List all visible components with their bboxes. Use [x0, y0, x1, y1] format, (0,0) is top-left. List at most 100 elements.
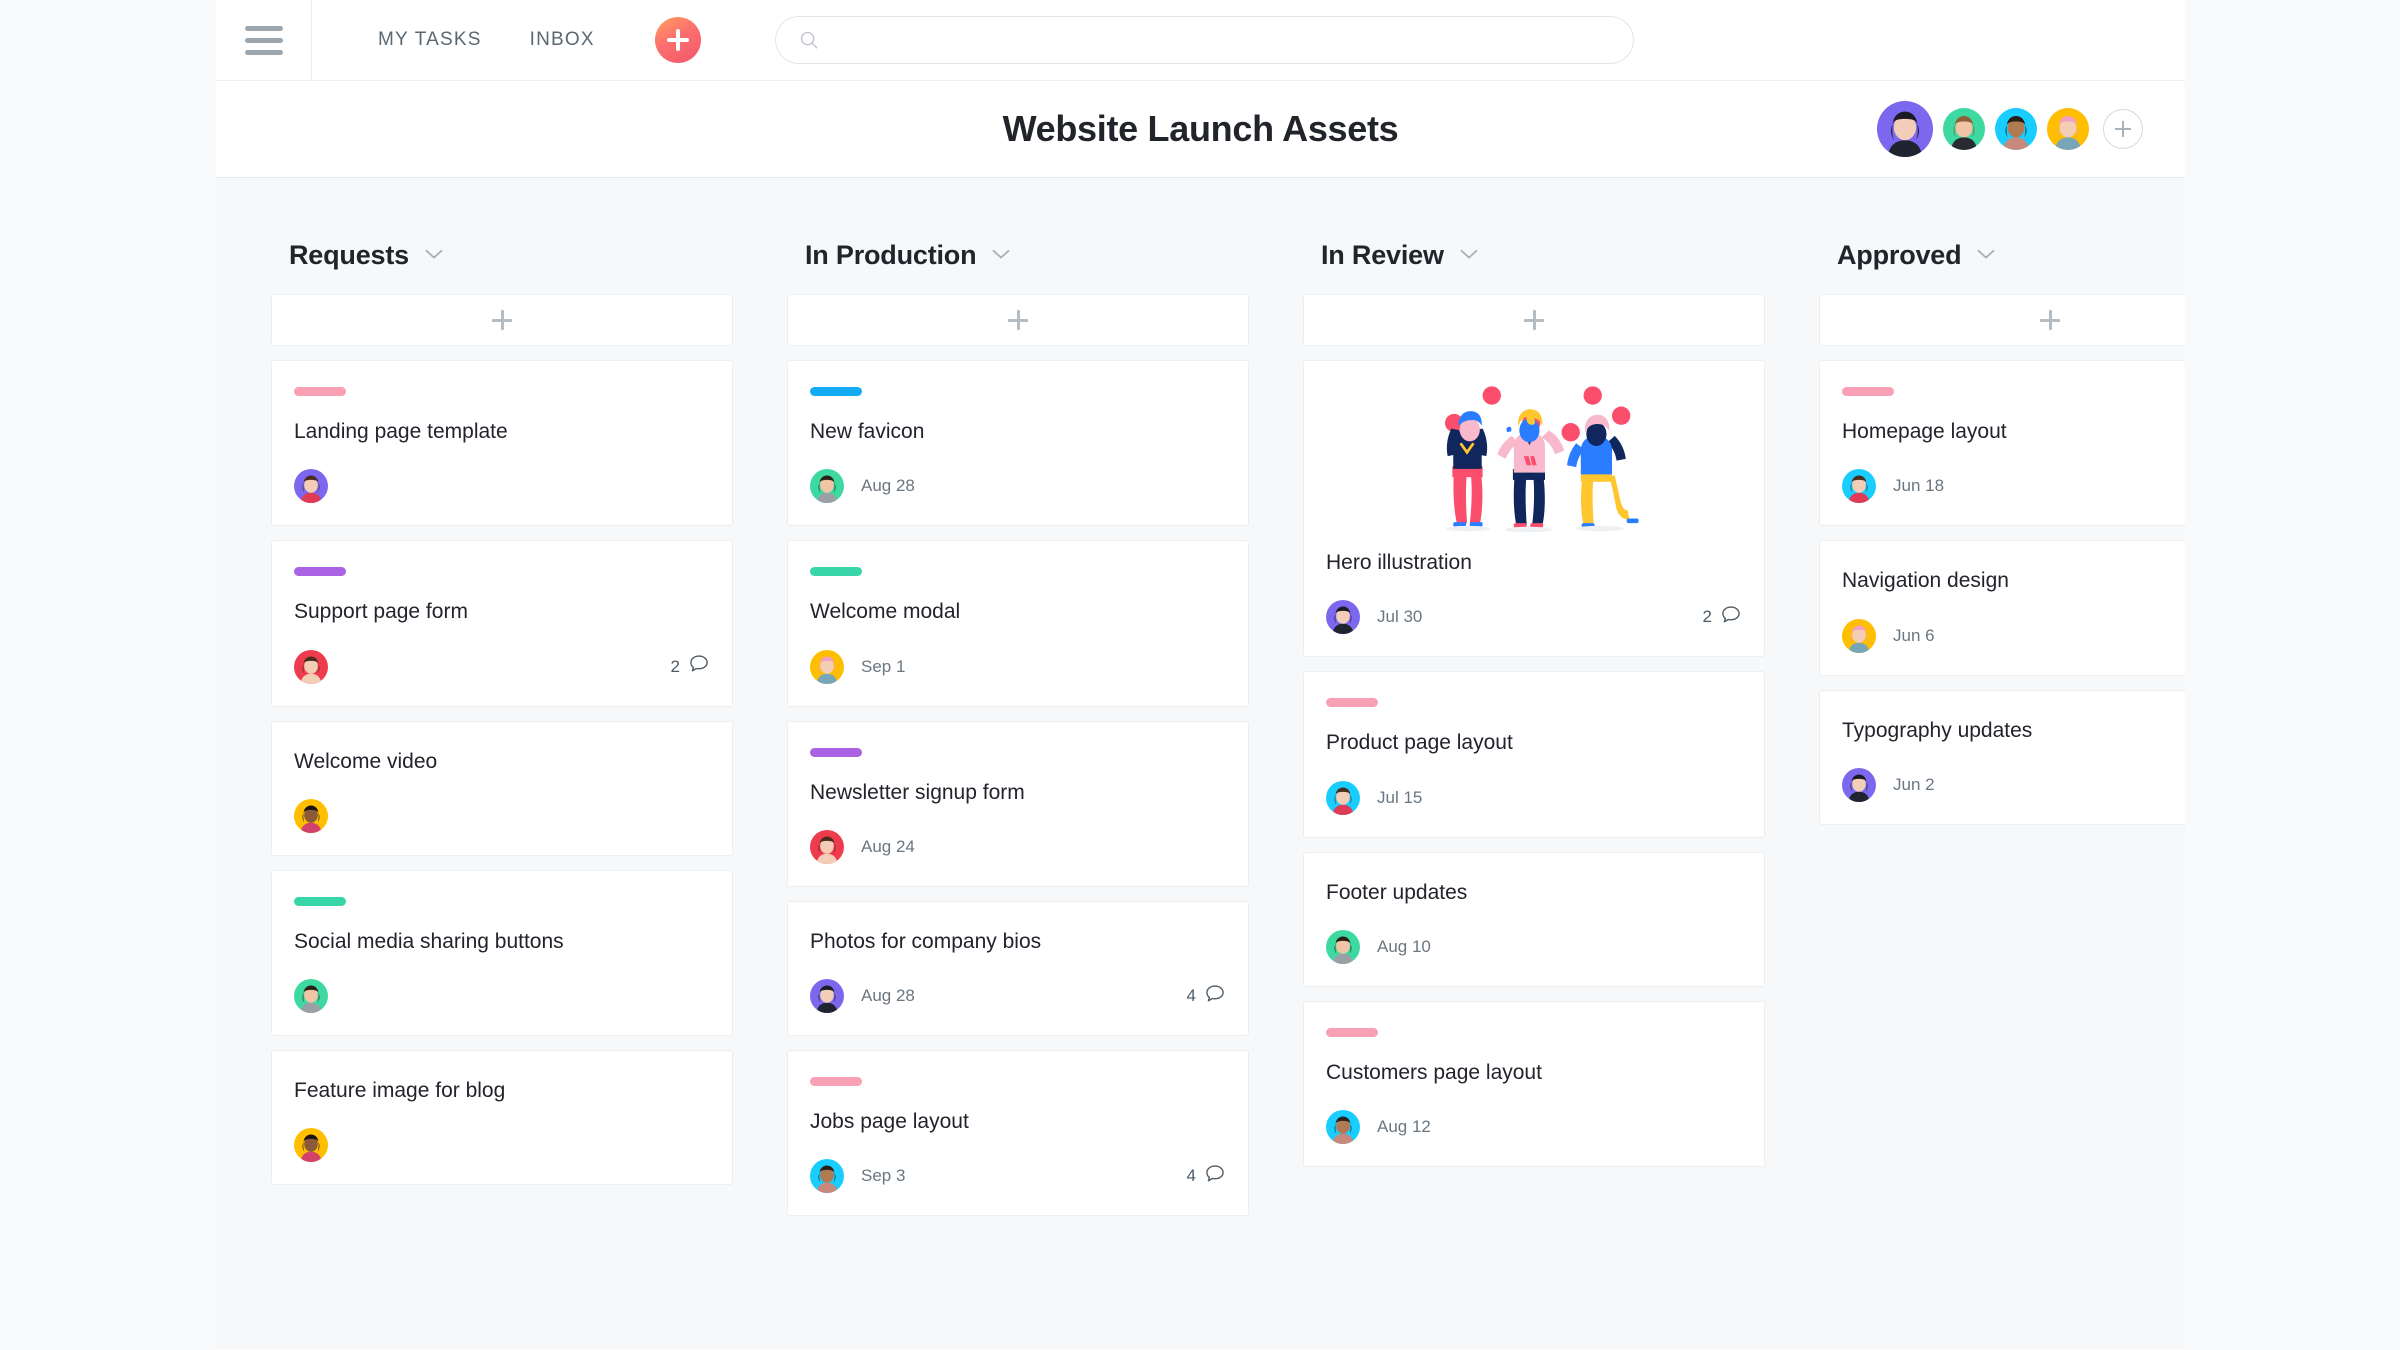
- task-card[interactable]: Homepage layout Jun 18: [1819, 360, 2185, 527]
- card-footer: [294, 1128, 710, 1163]
- avatar[interactable]: [1326, 600, 1360, 635]
- card-due-date: Aug 24: [861, 836, 915, 856]
- card-thumbnail-image: [1326, 379, 1742, 535]
- add-member-button[interactable]: [2103, 109, 2143, 149]
- task-card[interactable]: Footer updates Aug 10: [1303, 851, 1765, 987]
- nav-link-my-tasks[interactable]: MY TASKS: [354, 29, 506, 51]
- card-title: Product page layout: [1326, 731, 1513, 755]
- card-due-date: Aug 12: [1377, 1117, 1431, 1137]
- avatar[interactable]: [810, 649, 844, 684]
- card-footer: 2: [294, 649, 710, 684]
- card-due-date: Jul 15: [1377, 787, 1423, 807]
- hamburger-menu-icon: [244, 25, 283, 55]
- task-card[interactable]: Welcome video: [271, 720, 733, 856]
- comment-count-label: 4: [1186, 1166, 1196, 1186]
- avatar[interactable]: [810, 829, 844, 864]
- task-card[interactable]: New favicon Aug 28: [787, 360, 1249, 527]
- speech-bubble-icon: [1204, 983, 1226, 1010]
- card-comment-count[interactable]: 4: [1187, 1163, 1226, 1190]
- avatar[interactable]: [294, 979, 328, 1014]
- task-card[interactable]: Feature image for blog: [271, 1050, 733, 1186]
- task-card[interactable]: Jobs page layout Sep 3 4: [787, 1050, 1249, 1217]
- avatar[interactable]: [1842, 767, 1876, 802]
- card-title: Jobs page layout: [810, 1110, 969, 1134]
- avatar[interactable]: [2047, 108, 2089, 150]
- search-input[interactable]: [831, 30, 1611, 50]
- card-tag: [294, 896, 346, 906]
- task-card[interactable]: Support page form 2: [271, 540, 733, 707]
- card-footer: [294, 469, 710, 504]
- avatar[interactable]: [810, 979, 844, 1014]
- avatar[interactable]: [294, 649, 328, 684]
- comment-count-label: 2: [1702, 607, 1712, 627]
- card-due-date: Sep 3: [861, 1166, 906, 1186]
- card-footer: Sep 3 4: [810, 1159, 1226, 1194]
- top-navigation-bar: MY TASKS INBOX: [216, 0, 2185, 81]
- avatar[interactable]: [1842, 469, 1876, 504]
- chevron-down-icon[interactable]: [1460, 247, 1478, 265]
- card-title: Photos for company bios: [810, 929, 1042, 953]
- task-card[interactable]: Welcome modal Sep 1: [787, 540, 1249, 707]
- avatar[interactable]: [1943, 108, 1985, 150]
- card-tag: [810, 567, 862, 577]
- hamburger-menu-button[interactable]: [216, 0, 312, 81]
- avatar[interactable]: [1877, 101, 1933, 157]
- chevron-down-icon[interactable]: [425, 247, 443, 265]
- card-footer: Jun 2: [1842, 767, 2185, 802]
- task-card[interactable]: Hero illustration Jul 30 2: [1303, 360, 1765, 658]
- card-tag: [1326, 698, 1378, 708]
- card-tag: [810, 387, 862, 396]
- speech-bubble-icon: [688, 653, 710, 680]
- avatar[interactable]: [1326, 780, 1360, 815]
- task-card[interactable]: Newsletter signup form Aug 24: [787, 720, 1249, 887]
- search-bar[interactable]: [774, 16, 1634, 64]
- task-card[interactable]: Customers page layout Aug 12: [1303, 1000, 1765, 1168]
- avatar[interactable]: [1326, 1110, 1360, 1145]
- avatar[interactable]: [294, 798, 328, 833]
- board-column: In Review Hero illustration Jul 30 2 Product…: [1303, 240, 1765, 1349]
- column-title: In Review: [1321, 240, 1444, 270]
- card-footer: Aug 28: [810, 469, 1226, 504]
- quick-add-button[interactable]: [654, 17, 701, 63]
- chevron-down-icon[interactable]: [992, 247, 1010, 265]
- card-tag: [810, 1077, 862, 1087]
- task-card[interactable]: Landing page template: [271, 360, 733, 527]
- avatar[interactable]: [810, 1159, 844, 1194]
- card-comment-count[interactable]: 4: [1187, 983, 1226, 1010]
- card-tag: [810, 747, 862, 757]
- project-members: [1877, 101, 2143, 157]
- card-footer: Aug 24: [810, 829, 1226, 864]
- speech-bubble-icon: [1204, 1163, 1226, 1190]
- plus-icon: [1008, 310, 1028, 330]
- card-title: Landing page template: [294, 420, 508, 443]
- card-title: Welcome modal: [810, 600, 961, 624]
- task-card[interactable]: Typography updates Jun 2: [1819, 689, 2185, 825]
- plus-icon: [2040, 310, 2060, 330]
- task-card[interactable]: Product page layout Jul 15: [1303, 671, 1765, 838]
- add-card-button[interactable]: [1303, 294, 1765, 346]
- card-footer: Aug 12: [1326, 1110, 1742, 1145]
- task-card[interactable]: Photos for company bios Aug 28 4: [787, 900, 1249, 1037]
- card-title: Footer updates: [1326, 880, 1468, 904]
- task-card[interactable]: Social media sharing buttons: [271, 869, 733, 1037]
- avatar[interactable]: [294, 469, 328, 504]
- card-footer: Aug 10: [1326, 929, 1742, 964]
- avatar[interactable]: [294, 1128, 328, 1163]
- avatar[interactable]: [1995, 108, 2037, 150]
- task-card[interactable]: Navigation design Jun 6: [1819, 540, 2185, 676]
- card-tag: [294, 567, 346, 577]
- avatar[interactable]: [810, 469, 844, 504]
- add-card-button[interactable]: [1819, 294, 2185, 346]
- card-title: Feature image for blog: [294, 1079, 506, 1103]
- nav-link-inbox[interactable]: INBOX: [506, 29, 619, 51]
- card-comment-count[interactable]: 2: [671, 653, 710, 680]
- comment-count-label: 2: [670, 656, 680, 676]
- chevron-down-icon[interactable]: [1977, 247, 1995, 265]
- add-card-button[interactable]: [271, 294, 733, 346]
- add-card-button[interactable]: [787, 294, 1249, 346]
- card-comment-count[interactable]: 2: [1703, 604, 1742, 631]
- plus-icon: [492, 310, 512, 330]
- card-footer: Jul 30 2: [1326, 600, 1742, 635]
- avatar[interactable]: [1326, 929, 1360, 964]
- avatar[interactable]: [1842, 618, 1876, 653]
